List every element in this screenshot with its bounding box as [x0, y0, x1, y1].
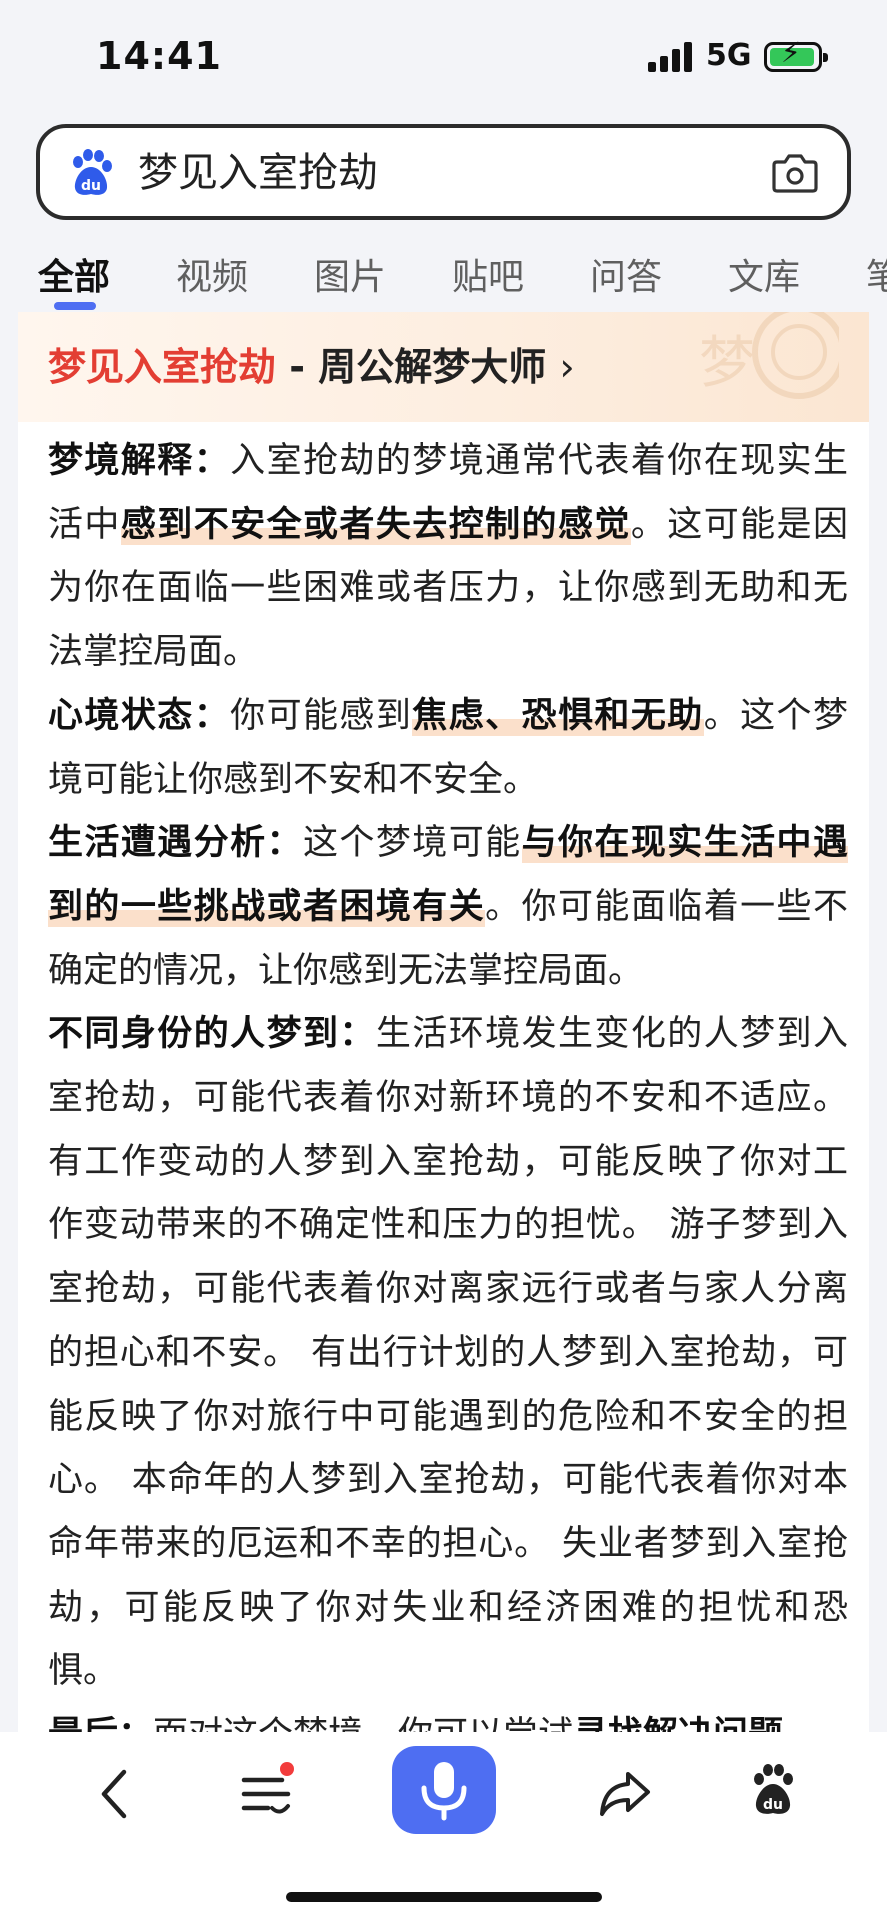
section-dream-interpretation: 梦境解释：入室抢劫的梦境通常代表着你在现实生活中感到不安全或者失去控制的感觉。这…	[48, 441, 848, 673]
result-content: 梦境解释：入室抢劫的梦境通常代表着你在现实生活中感到不安全或者失去控制的感觉。这…	[48, 430, 848, 1732]
section-heading: 梦境解释：	[48, 441, 231, 481]
status-bar: 14:41 5G ⚡	[0, 0, 887, 110]
highlight-text: 寻找解决问题	[573, 1715, 784, 1732]
share-icon[interactable]	[596, 1768, 652, 1818]
svg-text:du: du	[763, 1797, 783, 1813]
menu-icon[interactable]	[238, 1768, 298, 1824]
tab-video[interactable]: 视频	[176, 248, 248, 300]
microphone-icon	[421, 1762, 467, 1821]
tab-tieba[interactable]: 贴吧	[452, 248, 524, 300]
clock: 14:41	[96, 34, 222, 78]
section-life-analysis: 生活遭遇分析：这个梦境可能与你在现实生活中遇到的一些挑战或者困境有关。你可能面临…	[48, 823, 848, 991]
highlight-text: 感到不安全或者失去控制的感觉	[120, 504, 631, 545]
tab-images[interactable]: 图片	[314, 248, 386, 300]
baidu-home-icon[interactable]: du	[748, 1764, 798, 1818]
title-site: - 周公解梦大师	[276, 345, 547, 389]
baidu-paw-logo-icon: du	[73, 149, 112, 195]
notification-dot	[280, 1762, 294, 1776]
search-tabs: 全部 视频 图片 贴吧 问答 文库 笔	[0, 236, 887, 316]
svg-text:du: du	[81, 178, 101, 194]
section-heading: 心境状态：	[48, 695, 231, 736]
tab-notes[interactable]: 笔	[866, 248, 887, 300]
result-card: 梦 梦见入室抢劫 - 周公解梦大师 › 梦境解释：入室抢劫的梦境通常代表着你在现…	[18, 312, 869, 1732]
voice-search-button[interactable]	[392, 1746, 496, 1834]
tab-wenku[interactable]: 文库	[728, 248, 800, 300]
search-bar[interactable]: du 梦见入室抢劫	[36, 124, 851, 220]
battery-charging-icon: ⚡	[764, 39, 828, 72]
section-heading: 生活遭遇分析：	[48, 823, 303, 864]
search-input[interactable]: 梦见入室抢劫	[138, 148, 378, 198]
card-header[interactable]: 梦 梦见入室抢劫 - 周公解梦大师 ›	[18, 312, 869, 422]
chevron-right-icon: ›	[559, 345, 575, 389]
tab-qa[interactable]: 问答	[590, 248, 662, 300]
section-different-people: 不同身份的人梦到：生活环境发生变化的人梦到入室抢劫，可能代表着你对新环境的不安和…	[48, 1014, 848, 1692]
tab-all[interactable]: 全部	[38, 248, 110, 300]
section-heading: 最后：	[48, 1715, 153, 1732]
back-icon[interactable]	[94, 1764, 134, 1824]
home-indicator[interactable]	[286, 1892, 602, 1902]
cellular-signal-icon	[648, 42, 694, 72]
network-type: 5G	[706, 38, 752, 73]
result-title[interactable]: 梦见入室抢劫 - 周公解梦大师 ›	[48, 336, 575, 391]
camera-icon[interactable]	[771, 150, 819, 194]
active-tab-indicator	[54, 302, 96, 310]
section-mood: 心境状态：你可能感到焦虑、恐惧和无助。这个梦境可能让你感到不安和不安全。	[48, 695, 848, 800]
title-keyword: 梦见入室抢劫	[48, 345, 277, 389]
svg-text:梦: 梦	[699, 331, 755, 396]
section-final: 最后：面对这个梦境，你可以尝试寻找解决问题	[48, 1704, 848, 1732]
highlight-text: 焦虑、恐惧和无助	[412, 695, 704, 736]
bottom-nav-bar: du	[0, 1732, 887, 1920]
section-heading: 不同身份的人梦到：	[48, 1014, 376, 1055]
bagua-decoration-icon: 梦	[699, 312, 839, 399]
